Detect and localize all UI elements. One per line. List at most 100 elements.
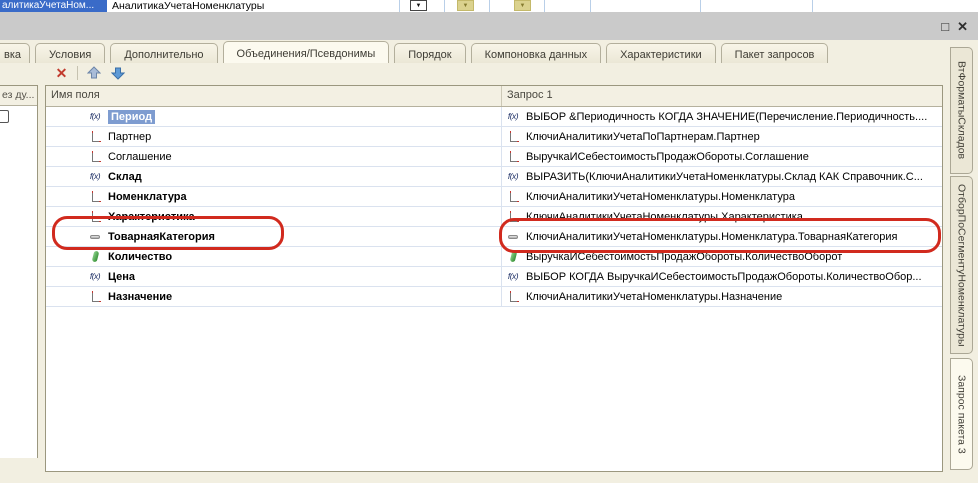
field-name-cell[interactable]: Соглашение (46, 147, 501, 166)
field-type-icon (88, 250, 102, 263)
field-type-icon (88, 290, 102, 303)
field-query-cell[interactable]: КлючиАналитикиУчетаНоменклатуры.Номенкла… (501, 187, 942, 206)
tab-label: Характеристики (620, 49, 702, 61)
field-query: ВЫБОР КОГДА ВыручкаИСебестоимостьПродажО… (526, 271, 922, 283)
arrow-up-icon (87, 66, 101, 80)
field-query: КлючиАналитикиУчетаНоменклатуры.Характер… (526, 211, 803, 223)
grid-separator (544, 0, 545, 12)
field-query-cell[interactable]: КлючиАналитикиУчетаНоменклатуры.Назначен… (501, 287, 942, 306)
tab[interactable]: вка (0, 43, 30, 63)
grid-separator (812, 0, 813, 12)
arrow-down-icon (111, 66, 125, 80)
field-name-cell[interactable]: ТоварнаяКатегория (46, 227, 501, 246)
field-type-icon (88, 210, 102, 223)
field-query-cell[interactable]: КлючиАналитикиУчетаНоменклатуры.Номенкла… (501, 227, 942, 246)
grid-cell-selected[interactable]: алитикаУчетаНом... (0, 0, 107, 12)
grid-separator (700, 0, 701, 12)
field-type-icon: f(x) (88, 270, 102, 283)
window-titlebar: □ ✕ (0, 12, 978, 40)
table-row[interactable]: Количество ВыручкаИСебестоимостьПродажОб… (46, 247, 942, 267)
toolbar-separator (77, 66, 78, 80)
field-query-cell[interactable]: f(x) ВЫРАЗИТЬ(КлючиАналитикиУчетаНоменкл… (501, 167, 942, 186)
maximize-button[interactable]: □ (941, 20, 949, 33)
grid-separator (399, 0, 400, 12)
field-query-cell[interactable]: ВыручкаИСебестоимостьПродажОбороты.Колич… (501, 247, 942, 266)
vertical-tab[interactable]: Запрос пакета 3 (950, 358, 973, 470)
field-name-cell[interactable]: f(x) Склад (46, 167, 501, 186)
field-type-icon: f(x) (88, 110, 102, 123)
field-query-cell[interactable]: f(x) ВЫБОР КОГДА ВыручкаИСебестоимостьПр… (501, 267, 942, 286)
dropdown-button[interactable]: ▼ (410, 0, 427, 11)
tab-label: Пакет запросов (735, 49, 815, 61)
field-type-icon: f(x) (506, 270, 520, 283)
table-row[interactable]: Номенклатура КлючиАналитикиУчетаНоменкла… (46, 187, 942, 207)
field-type-icon (88, 190, 102, 203)
checkmark-dropdown-button[interactable]: ▼ (514, 0, 531, 11)
tab[interactable]: Пакет запросов (721, 43, 829, 63)
vertical-tab[interactable]: ОтборПоСегментуНоменклатуры (950, 176, 973, 354)
query-designer-window: алитикаУчетаНом... АналитикаУчетаНоменкл… (0, 0, 978, 483)
tab-label: Порядок (408, 49, 451, 61)
vertical-tab[interactable]: ВтФорматыСкладов (950, 47, 973, 174)
table-row[interactable]: Назначение КлючиАналитикиУчетаНоменклату… (46, 287, 942, 307)
fields-toolbar: ✕ (53, 64, 126, 82)
delete-icon: ✕ (56, 66, 68, 80)
table-row[interactable]: f(x) Склад f(x) ВЫРАЗИТЬ(КлючиАналитикиУ… (46, 167, 942, 187)
field-name-cell[interactable]: Партнер (46, 127, 501, 146)
column-header-query1[interactable]: Запрос 1 (501, 86, 942, 106)
grid-cell-field-name[interactable]: АналитикаУчетаНоменклатуры (112, 0, 264, 12)
field-query: ВЫБОР &Периодичность КОГДА ЗНАЧЕНИЕ(Пере… (526, 111, 927, 123)
checkbox-partial[interactable] (0, 110, 9, 123)
tab[interactable]: Порядок (394, 43, 465, 63)
field-name: Количество (108, 251, 172, 263)
field-query-cell[interactable]: КлючиАналитикиУчетаПоПартнерам.Партнер (501, 127, 942, 146)
table-row[interactable]: f(x) Период f(x) ВЫБОР &Периодичность КО… (46, 107, 942, 127)
table-row[interactable]: Характеристика КлючиАналитикиУчетаНоменк… (46, 207, 942, 227)
table-row[interactable]: Партнер КлючиАналитикиУчетаПоПартнерам.П… (46, 127, 942, 147)
move-down-button[interactable] (109, 65, 126, 82)
field-query-cell[interactable]: f(x) ВЫБОР &Периодичность КОГДА ЗНАЧЕНИЕ… (501, 107, 942, 126)
checkmark-dropdown-button[interactable]: ▼ (457, 0, 474, 11)
aliases-table: Имя поля Запрос 1 f(x) Период f(x) ВЫБОР… (45, 85, 943, 472)
delete-button[interactable]: ✕ (53, 65, 70, 82)
table-row[interactable]: f(x) Цена f(x) ВЫБОР КОГДА ВыручкаИСебес… (46, 267, 942, 287)
field-type-icon (506, 250, 520, 263)
field-type-icon: f(x) (506, 110, 520, 123)
field-type-icon: f(x) (506, 170, 520, 183)
field-query-cell[interactable]: ВыручкаИСебестоимостьПродажОбороты.Согла… (501, 147, 942, 166)
field-name-cell[interactable]: Назначение (46, 287, 501, 306)
tab[interactable]: Условия (35, 43, 105, 63)
field-name-cell[interactable]: Характеристика (46, 207, 501, 226)
table-row[interactable]: ТоварнаяКатегория КлючиАналитикиУчетаНом… (46, 227, 942, 247)
tab[interactable]: Объединения/Псевдонимы (223, 41, 390, 63)
field-type-icon (506, 210, 520, 223)
field-type-icon (506, 230, 520, 243)
field-query-cell[interactable]: КлючиАналитикиУчетаНоменклатуры.Характер… (501, 207, 942, 226)
queries-list-header: ез ду... (0, 86, 37, 106)
field-name-cell[interactable]: f(x) Период (46, 107, 501, 126)
field-name: Соглашение (108, 151, 172, 163)
table-row[interactable]: Соглашение ВыручкаИСебестоимостьПродажОб… (46, 147, 942, 167)
tab-label: Объединения/Псевдонимы (237, 48, 376, 60)
column-header-field-name[interactable]: Имя поля (46, 86, 501, 106)
field-name: ТоварнаяКатегория (108, 231, 215, 243)
field-type-icon: f(x) (88, 170, 102, 183)
move-up-button[interactable] (85, 65, 102, 82)
vertical-tab-label: ВтФорматыСкладов (956, 61, 968, 159)
field-name: Период (108, 110, 155, 124)
tab[interactable]: Дополнительно (110, 43, 217, 63)
field-name-cell[interactable]: f(x) Цена (46, 267, 501, 286)
tab-label: Компоновка данных (485, 49, 588, 61)
tab-label: Дополнительно (124, 49, 203, 61)
field-name-cell[interactable]: Номенклатура (46, 187, 501, 206)
field-type-icon (506, 130, 520, 143)
field-type-icon (88, 150, 102, 163)
field-name-cell[interactable]: Количество (46, 247, 501, 266)
tab[interactable]: Характеристики (606, 43, 716, 63)
grid-separator (489, 0, 490, 12)
table-header-row: Имя поля Запрос 1 (46, 86, 942, 107)
tab[interactable]: Компоновка данных (471, 43, 602, 63)
table-body: f(x) Период f(x) ВЫБОР &Периодичность КО… (46, 107, 942, 307)
field-query: КлючиАналитикиУчетаПоПартнерам.Партнер (526, 131, 760, 143)
vertical-tab-label: Запрос пакета 3 (956, 375, 968, 454)
